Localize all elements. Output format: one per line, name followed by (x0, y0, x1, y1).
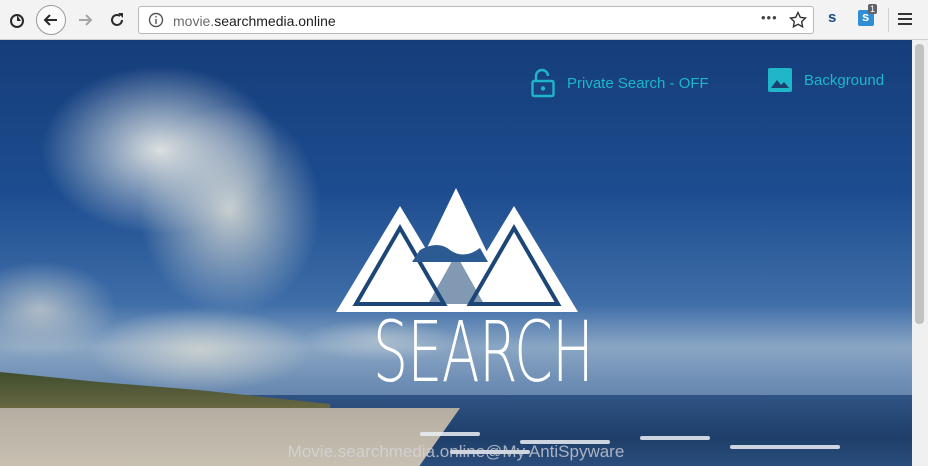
tracking-protection-icon[interactable] (4, 7, 30, 33)
logo-text: SEARCH (372, 303, 594, 401)
forward-button[interactable] (72, 7, 98, 33)
vertical-scrollbar[interactable] (912, 40, 928, 466)
lock-open-icon (531, 68, 555, 98)
background-button[interactable]: Background (768, 68, 884, 92)
private-search-toggle[interactable]: Private Search - OFF (531, 68, 709, 98)
extension-s-icon[interactable]: s (828, 9, 836, 26)
url-text[interactable]: movie.searchmedia.online (173, 13, 336, 29)
hamburger-menu-icon[interactable] (898, 12, 912, 31)
private-search-label: Private Search - OFF (567, 74, 709, 92)
site-info-icon[interactable] (148, 12, 164, 33)
wave-foam (420, 432, 480, 436)
bookmark-star-icon[interactable] (788, 10, 808, 34)
url-domain: searchmedia.online (214, 13, 336, 29)
watermark-text: Movie.searchmedia.online@My AntiSpyware (287, 442, 625, 461)
page-background: Private Search - OFF Background SEARCH M… (0, 40, 912, 466)
back-button[interactable] (36, 5, 66, 35)
url-subdomain: movie. (173, 13, 215, 29)
extension-badge-icon[interactable]: s 1 (858, 4, 878, 26)
dune (0, 372, 330, 412)
image-icon (768, 68, 792, 92)
mountains-logo-icon (336, 188, 578, 312)
wave-foam (640, 436, 710, 440)
toolbar-divider (888, 8, 889, 32)
background-label: Background (804, 71, 885, 89)
scrollbar-thumb[interactable] (915, 44, 924, 324)
address-bar[interactable]: movie.searchmedia.online ••• (138, 6, 814, 34)
page-actions-menu-button[interactable]: ••• (761, 10, 778, 25)
extension-count-badge: 1 (868, 4, 878, 14)
reload-button[interactable] (104, 7, 130, 33)
browser-toolbar: movie.searchmedia.online ••• s s 1 (0, 0, 928, 40)
search-logo: SEARCH (330, 188, 594, 394)
